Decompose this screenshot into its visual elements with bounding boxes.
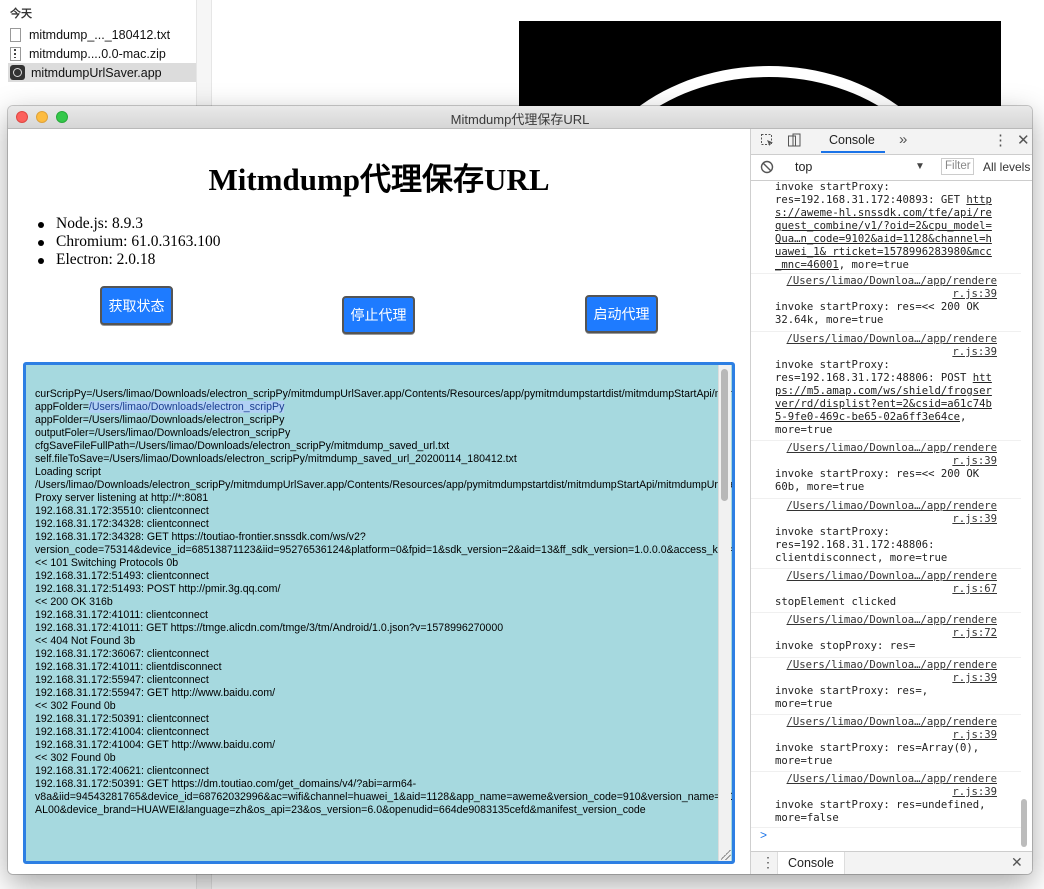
devtools-drawer: ⋮ Console ✕ [751,851,1032,874]
console-message: /Users/limao/Downloa…/app/renderer.js:39… [775,333,997,437]
console-message: /Users/limao/Downloa…/app/renderer.js:39… [775,500,997,565]
message-separator [751,273,1021,274]
drawer-menu-icon[interactable]: ⋮ [761,854,775,871]
close-drawer-icon[interactable]: ✕ [1011,854,1023,871]
message-text: invoke startProxy: res=undefined, more=f… [775,799,986,824]
log-selected-text: /Users/limao/Downloads/electron_scripPy [88,401,285,413]
version-list: Node.js: 8.9.3 Chromium: 61.0.3163.100 E… [38,215,220,269]
message-text: , more=true [838,259,909,271]
message-separator [751,827,1021,828]
message-separator [751,657,1021,658]
log-text-part: appFolder=/Users/limao/Downloads/electro… [35,414,735,816]
page-heading: Mitmdump代理保存URL [208,162,550,197]
message-separator [751,440,1021,441]
version-item-chromium: Chromium: 61.0.3163.100 [38,233,220,251]
message-text: invoke startProxy: res=, more=true [775,685,929,710]
console-message: /Users/limao/Downloa…/app/renderer.js:39… [775,716,997,768]
source-link[interactable]: /Users/limao/Downloa…/app/renderer.js:39 [775,716,997,742]
dropdown-arrow-icon[interactable]: ▼ [915,161,925,172]
text-file-icon [10,27,21,42]
log-scrollbar[interactable] [718,365,731,861]
message-separator [751,568,1021,569]
device-toolbar-icon[interactable] [787,133,802,151]
log-levels-dropdown[interactable]: All levels [983,160,1030,174]
log-text: curScripPy=/Users/limao/Downloads/electr… [35,388,732,817]
version-item-node: Node.js: 8.9.3 [38,215,220,233]
resize-grip-icon[interactable] [721,850,731,860]
source-link[interactable]: /Users/limao/Downloa…/app/renderer.js:39 [775,442,997,468]
console-message: /Users/limao/Downloa…/app/renderer.js:39… [775,442,997,494]
devtools-toolbar: Console » ⋮ ✕ [751,129,1032,155]
app-page: Mitmdump代理保存URL Node.js: 8.9.3 Chromium:… [8,129,750,874]
source-link[interactable]: /Users/limao/Downloa…/app/renderer.js:39 [775,500,997,526]
finder-section-header: 今天 [10,8,32,20]
version-item-electron: Electron: 2.0.18 [38,251,220,269]
console-message: /Users/limao/Downloa…/app/renderer.js:39… [775,275,997,327]
start-proxy-button[interactable]: 启动代理 [585,295,658,333]
log-scrollbar-thumb[interactable] [721,369,728,501]
source-link[interactable]: /Users/limao/Downloa…/app/renderer.js:67 [775,570,997,596]
console-message: /Users/limao/Downloa…/app/renderer.js:67… [775,570,997,609]
active-tab-indicator [821,151,885,153]
message-text: stopElement clicked [775,596,897,608]
get-status-button[interactable]: 获取状态 [100,286,173,325]
tab-console[interactable]: Console [829,133,875,147]
source-link[interactable]: /Users/limao/Downloa…/app/renderer.js:39 [775,333,997,359]
message-separator [751,331,1021,332]
source-link[interactable]: /Users/limao/Downloa…/app/renderer.js:39 [775,659,997,685]
source-link[interactable]: /Users/limao/Downloa…/app/renderer.js:72 [775,614,997,640]
context-selector[interactable]: top [795,160,812,174]
console-prompt[interactable]: > [760,828,767,842]
log-textarea[interactable]: curScripPy=/Users/limao/Downloads/electr… [23,362,735,864]
drawer-tab-console[interactable]: Console [777,852,845,874]
message-text: invoke startProxy: res=192.168.31.172:48… [775,526,948,564]
stop-proxy-button[interactable]: 停止代理 [342,296,415,334]
finder-file-item[interactable]: mitmdump....0.0-mac.zip [10,44,196,63]
window-title: Mitmdump代理保存URL [450,112,590,127]
console-message: /Users/limao/Downloa…/app/renderer.js:39… [775,659,997,711]
console-filter-input[interactable]: Filter [941,158,974,175]
message-text: invoke stopProxy: res= [775,640,916,652]
console-message: invoke startProxy: res=192.168.31.172:40… [775,181,997,272]
message-text: invoke startProxy: res=192.168.31.172:40… [775,181,960,206]
message-separator [751,498,1021,499]
title-bar[interactable]: Mitmdump代理保存URL [8,106,1032,129]
message-separator [751,771,1021,772]
file-name: mitmdump....0.0-mac.zip [29,46,166,61]
message-separator [751,714,1021,715]
console-filter-bar: top ▼ Filter All levels [751,155,1032,181]
message-separator [751,612,1021,613]
console-message: /Users/limao/Downloa…/app/renderer.js:72… [775,614,997,653]
console-scrollbar-thumb[interactable] [1021,799,1027,847]
inspect-element-icon[interactable] [760,133,775,151]
message-text: invoke startProxy: res=<< 200 OK 32.64k,… [775,301,980,326]
console-messages: invoke startProxy: res=192.168.31.172:40… [751,181,1032,849]
console-message: /Users/limao/Downloa…/app/renderer.js:39… [775,773,997,825]
devtools-panel: Console » ⋮ ✕ top ▼ Filter All levels in… [750,129,1032,874]
more-tabs-icon[interactable]: » [899,131,907,148]
clear-console-icon[interactable] [760,160,774,177]
finder-file-item-selected[interactable]: mitmdumpUrlSaver.app [8,63,196,82]
close-icon[interactable]: ✕ [1017,131,1030,149]
app-icon [10,65,25,80]
source-link[interactable]: /Users/limao/Downloa…/app/renderer.js:39 [775,773,997,799]
app-window: Mitmdump代理保存URL Mitmdump代理保存URL Node.js:… [8,106,1032,874]
finder-file-item[interactable]: mitmdump_..._180412.txt [10,25,196,44]
source-link[interactable]: /Users/limao/Downloa…/app/renderer.js:39 [775,275,997,301]
kebab-menu-icon[interactable]: ⋮ [993,131,1008,149]
file-name: mitmdumpUrlSaver.app [31,65,162,80]
message-text: invoke startProxy: res=192.168.31.172:48… [775,359,967,384]
file-name: mitmdump_..._180412.txt [29,27,171,42]
message-text: invoke startProxy: res=<< 200 OK 60b, mo… [775,468,980,493]
message-text: invoke startProxy: res=Array(0), more=tr… [775,742,980,767]
zip-file-icon [10,46,21,61]
